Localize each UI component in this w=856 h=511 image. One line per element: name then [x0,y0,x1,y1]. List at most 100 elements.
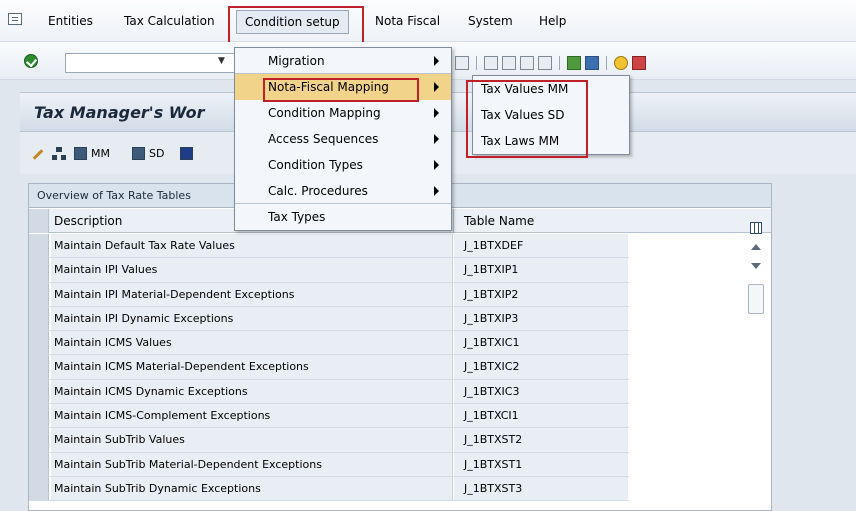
cell-table-name[interactable]: J_1BTXIC3 [454,379,628,404]
menu-system[interactable]: System [468,14,513,28]
submenu-item-tax-laws-mm[interactable]: Tax Laws MM [473,128,629,154]
cell-description[interactable]: Maintain SubTrib Values [51,428,453,452]
table-row[interactable]: Maintain IPI Dynamic Exceptions J_1BTXIP3 [29,306,629,332]
cell-table-name[interactable]: J_1BTXDEF [454,234,628,258]
tax-rate-table: Overview of Tax Rate Tables Description … [28,183,772,511]
cell-table-name[interactable]: J_1BTXST2 [454,428,628,452]
cell-description[interactable]: Maintain ICMS Dynamic Exceptions [51,379,453,404]
table-row[interactable]: Maintain SubTrib Dynamic Exceptions J_1BT… [29,476,629,502]
row-selector[interactable] [29,258,49,282]
column-header-description[interactable]: Description [54,214,122,228]
condition-setup-menu: Migration Nota-Fiscal Mapping Condition Ma… [234,47,452,231]
cell-table-name[interactable]: J_1BTXIP3 [454,306,628,331]
cell-description[interactable]: Maintain ICMS-Complement Exceptions [51,404,453,428]
cell-table-name[interactable]: J_1BTXIC2 [454,355,628,379]
table-icon [74,147,87,160]
toolbar-separator [559,56,560,70]
menu-bar: Entities Tax Calculation Condition setup… [0,0,856,42]
help-icon[interactable] [614,56,628,70]
vertical-scrollbar[interactable] [745,234,769,510]
table-row[interactable]: Maintain ICMS Dynamic Exceptions J_1BTXIC… [29,379,629,405]
table-row[interactable]: Maintain Default Tax Rate Values J_1BTXDE… [29,234,629,259]
toolbar-separator [606,56,607,70]
cell-description[interactable]: Maintain SubTrib Dynamic Exceptions [51,476,453,501]
table-row[interactable]: Maintain IPI Material-Dependent Exceptio… [29,282,629,307]
row-selector[interactable] [29,379,49,404]
menu-help[interactable]: Help [539,14,566,28]
cell-description[interactable]: Maintain SubTrib Material-Dependent Exce… [51,452,453,476]
column-header-table-name[interactable]: Table Name [464,214,534,228]
next-page-icon[interactable] [520,56,534,70]
cell-description[interactable]: Maintain IPI Material-Dependent Exceptio… [51,282,453,306]
page-title: Tax Manager's Wor [34,103,205,122]
cell-description[interactable]: Maintain ICMS Values [51,331,453,355]
layout-menu-icon[interactable] [632,56,646,70]
row-selector[interactable] [29,306,49,331]
menu-item-condition-types[interactable]: Condition Types [235,152,451,178]
cell-table-name[interactable]: J_1BTXIC1 [454,331,628,355]
cell-table-name[interactable]: J_1BTXCI1 [454,404,628,428]
enter-check-icon[interactable] [24,54,38,68]
find-icon[interactable] [455,56,469,70]
row-selector[interactable] [29,476,49,501]
sd-button[interactable]: SD [132,147,164,160]
cell-table-name[interactable]: J_1BTXST3 [454,476,628,501]
menu-item-tax-types[interactable]: Tax Types [235,204,451,230]
nota-fiscal-mapping-submenu: Tax Values MM Tax Values SD Tax Laws MM [472,75,630,155]
row-selector[interactable] [29,404,49,428]
menu-condition-setup[interactable]: Condition setup [236,10,349,34]
cell-description[interactable]: Maintain Default Tax Rate Values [51,234,453,258]
menu-item-access-sequences[interactable]: Access Sequences [235,126,451,152]
command-field[interactable] [65,53,235,73]
cell-table-name[interactable]: J_1BTXST1 [454,452,628,476]
scroll-thumb[interactable] [748,284,764,314]
row-selector[interactable] [29,355,49,379]
info-button[interactable] [180,147,193,160]
menu-item-nota-fiscal-mapping[interactable]: Nota-Fiscal Mapping [235,74,451,100]
info-icon [180,147,193,160]
submenu-item-tax-values-mm[interactable]: Tax Values MM [473,76,629,102]
table-row[interactable]: Maintain ICMS Values J_1BTXIC1 [29,331,629,356]
menu-nota-fiscal[interactable]: Nota Fiscal [375,14,440,28]
table-row[interactable]: Maintain ICMS-Complement Exceptions J_1BT… [29,404,629,429]
select-all-cell[interactable] [29,209,49,233]
cell-description[interactable]: Maintain IPI Dynamic Exceptions [51,306,453,331]
cell-table-name[interactable]: J_1BTXIP1 [454,258,628,282]
table-row[interactable]: Maintain SubTrib Values J_1BTXST2 [29,428,629,453]
row-selector[interactable] [29,331,49,355]
toolbar-icons [455,55,646,71]
cell-description[interactable]: Maintain IPI Values [51,258,453,282]
scroll-down-icon[interactable] [751,263,761,269]
shortcut-icon[interactable] [585,56,599,70]
table-row[interactable]: Maintain IPI Values J_1BTXIP1 [29,258,629,283]
menu-tax-calculation[interactable]: Tax Calculation [124,14,215,28]
new-session-icon[interactable] [567,56,581,70]
sd-button-label: SD [149,147,165,160]
mm-button[interactable]: MM [74,147,110,160]
table-row[interactable]: Maintain ICMS Material-Dependent Excepti… [29,355,629,380]
edit-button[interactable] [30,147,44,161]
column-separator [453,209,454,233]
last-page-icon[interactable] [538,56,552,70]
cell-table-name[interactable]: J_1BTXIP2 [454,282,628,306]
app-menu-icon[interactable] [8,13,22,25]
command-dropdown-icon[interactable]: ▼ [218,56,225,66]
cell-description[interactable]: Maintain ICMS Material-Dependent Excepti… [51,355,453,379]
prev-page-icon[interactable] [502,56,516,70]
hierarchy-button[interactable] [52,147,66,161]
row-selector[interactable] [29,428,49,452]
row-selector[interactable] [29,452,49,476]
row-selector[interactable] [29,282,49,306]
column-settings-icon[interactable] [750,222,762,234]
submenu-item-tax-values-sd[interactable]: Tax Values SD [473,102,629,128]
menu-item-condition-mapping[interactable]: Condition Mapping [235,100,451,126]
row-selector[interactable] [29,234,49,258]
menu-item-migration[interactable]: Migration [235,48,451,74]
table-row[interactable]: Maintain SubTrib Material-Dependent Exce… [29,452,629,477]
menu-item-calc-procedures[interactable]: Calc. Procedures [235,178,451,204]
mm-button-label: MM [91,147,110,160]
scroll-up-icon[interactable] [751,244,761,250]
table-body: Maintain Default Tax Rate Values J_1BTXDE… [29,234,629,502]
first-page-icon[interactable] [484,56,498,70]
menu-entities[interactable]: Entities [48,14,93,28]
